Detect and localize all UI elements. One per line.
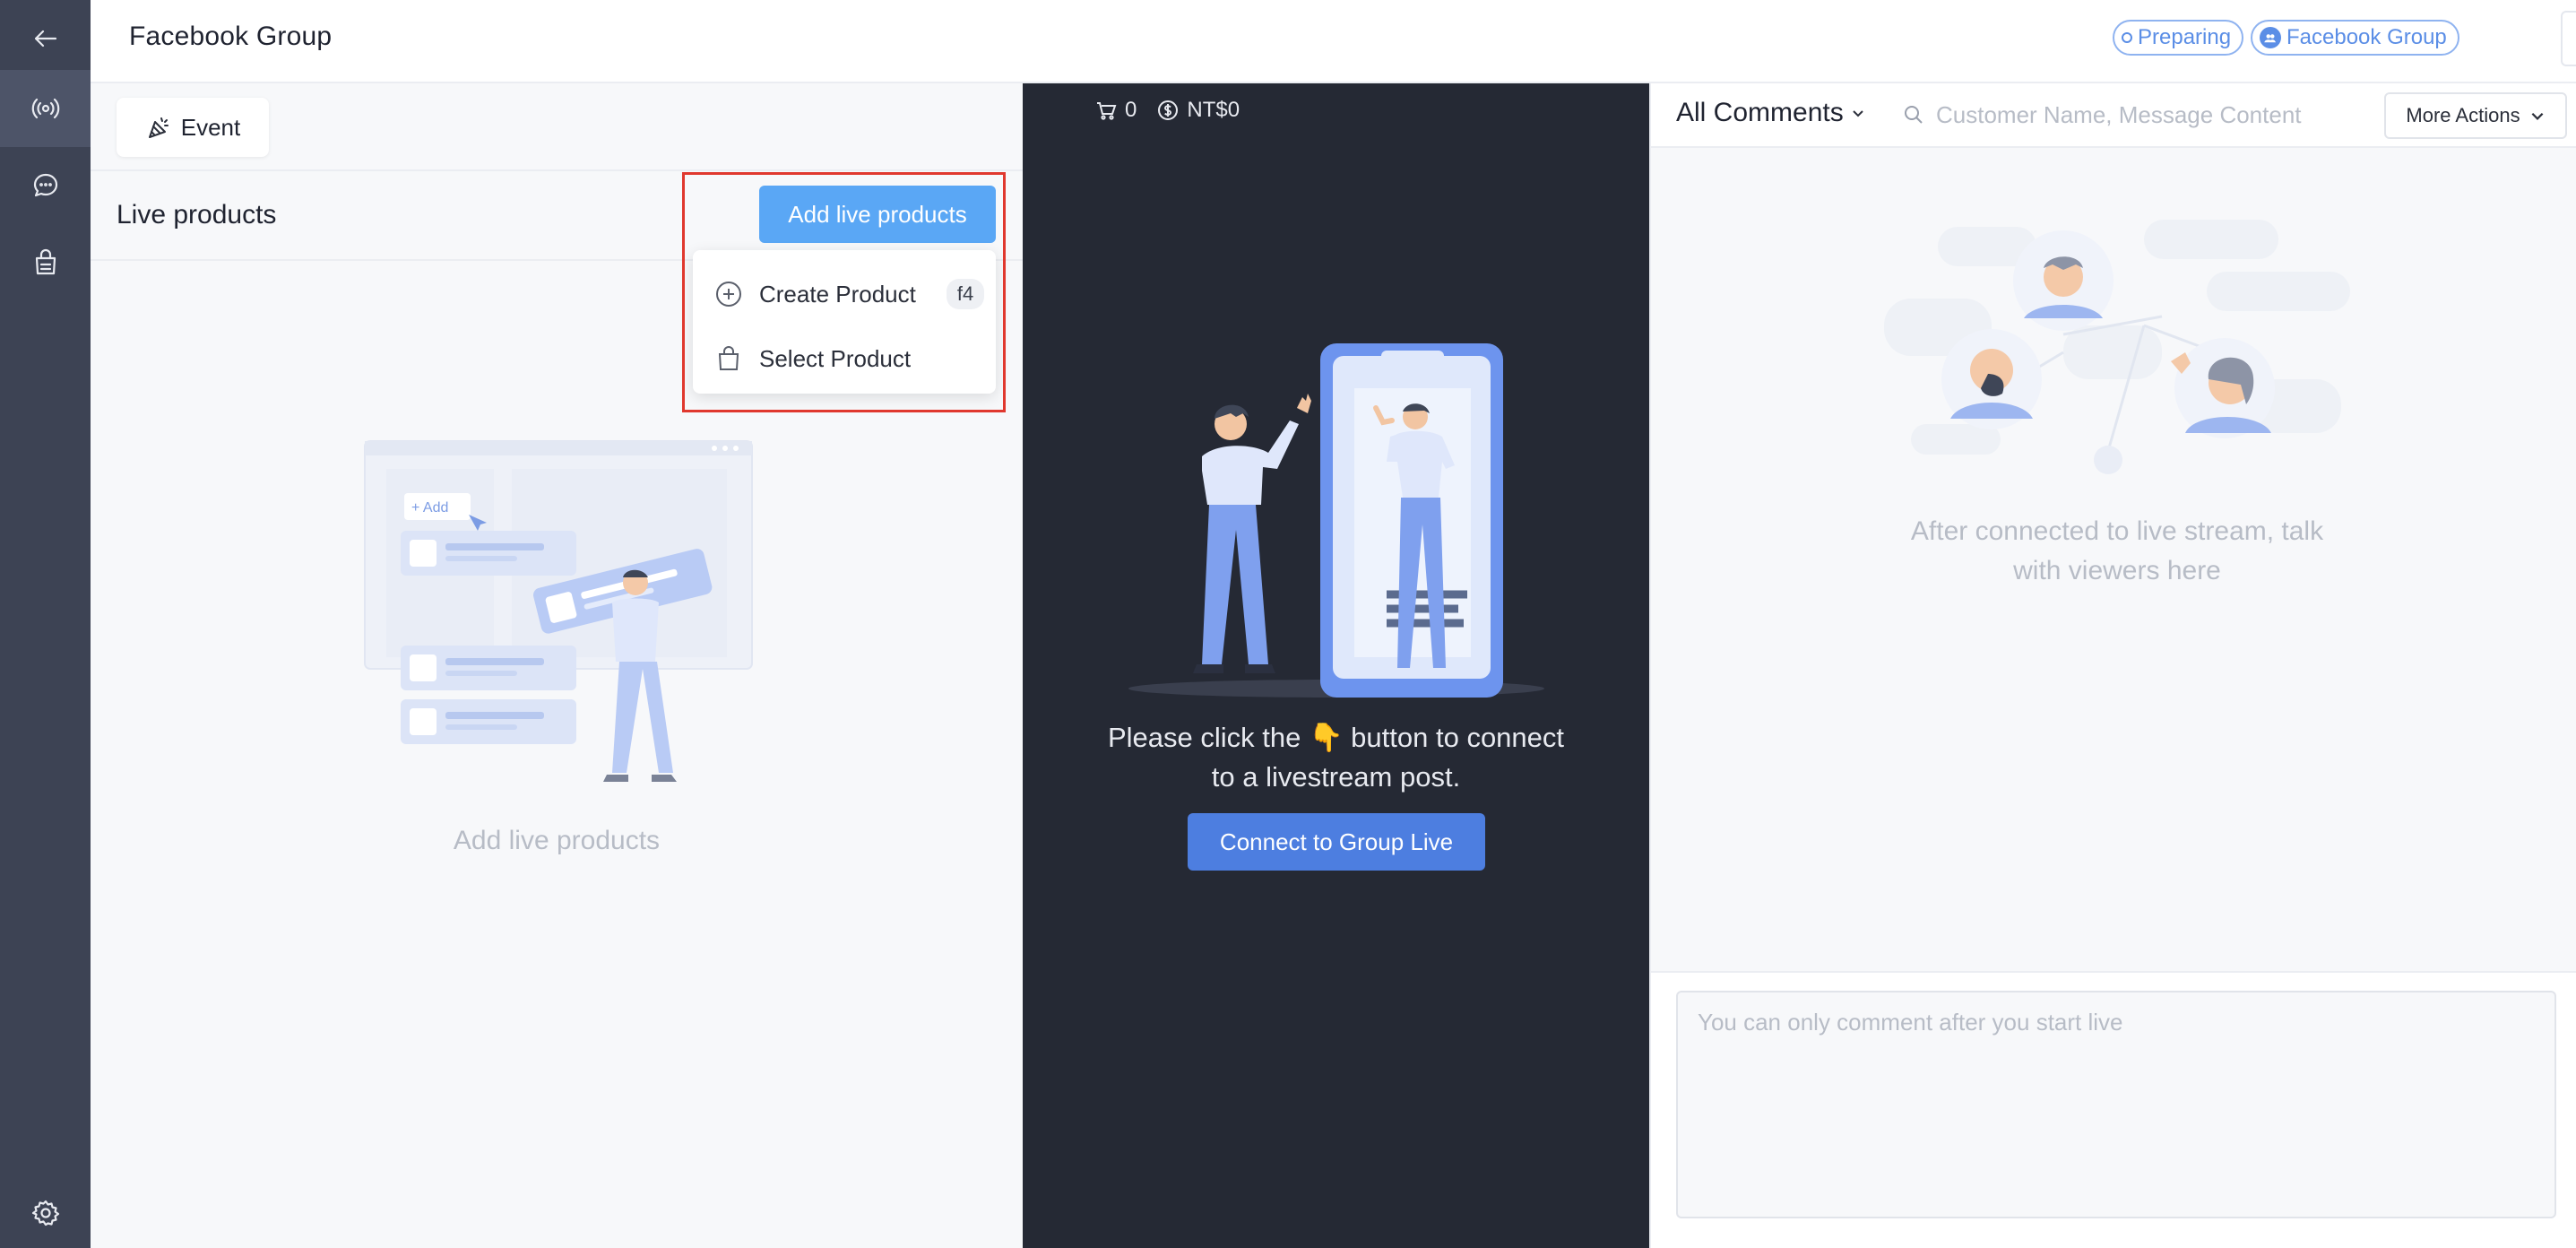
highlight-frame xyxy=(682,172,1006,412)
chevron-down-icon xyxy=(2531,112,2543,120)
comment-compose-area xyxy=(1651,971,2576,1248)
cart-icon xyxy=(1097,102,1117,120)
store-icon xyxy=(35,248,56,275)
empty-comments-line1: After connected to live stream, talk xyxy=(1910,516,2324,546)
connect-illustration xyxy=(1128,343,1544,698)
settings-button[interactable] xyxy=(0,1174,91,1248)
cart-count: 0 xyxy=(1125,98,1137,122)
comments-toolbar: All Comments More Actions xyxy=(1651,83,2576,148)
more-actions-button[interactable]: More Actions xyxy=(2384,92,2567,139)
stream-stats: 0 NT$0 xyxy=(1094,98,1240,123)
chevron-down-icon xyxy=(1853,110,1863,117)
comments-filter-label: All Comments xyxy=(1676,98,1844,127)
products-toolbar: Event xyxy=(91,83,1023,171)
chat-bubble-icon xyxy=(33,173,57,197)
live-stream-nav[interactable] xyxy=(0,70,91,147)
platform-badge-label: Facebook Group xyxy=(2286,25,2447,49)
connect-instructions: Please click the 👇 button to connect to … xyxy=(1023,718,1649,797)
comment-search-input[interactable] xyxy=(1936,92,2312,137)
broadcast-icon xyxy=(31,98,59,119)
empty-products-illustration: + Add xyxy=(364,440,753,782)
status-dot-icon xyxy=(2122,32,2132,43)
empty-comments-text: After connected to live stream, talk wit… xyxy=(1857,512,2377,591)
stream-panel: 0 NT$0 Please click the 👇 button to conn… xyxy=(1023,83,1649,1248)
top-header: Facebook Group Preparing Facebook Group xyxy=(91,0,2576,83)
store-nav[interactable] xyxy=(0,224,91,301)
page-title: Facebook Group xyxy=(129,22,333,51)
comments-nav[interactable] xyxy=(0,147,91,224)
search-icon xyxy=(1905,106,1923,124)
comments-filter-dropdown[interactable]: All Comments xyxy=(1676,98,1865,128)
empty-comments-illustration xyxy=(1884,220,2350,474)
connect-instructions-line2: to a livestream post. xyxy=(1211,761,1461,793)
amount-value: NT$0 xyxy=(1187,98,1240,122)
illustration-add-label: + Add xyxy=(411,500,448,516)
live-products-title: Live products xyxy=(117,200,277,230)
dollar-circle-icon xyxy=(1158,100,1179,120)
event-button[interactable]: Event xyxy=(117,98,269,157)
gear-icon xyxy=(31,1200,59,1226)
party-popper-icon xyxy=(148,117,169,138)
back-button[interactable] xyxy=(0,0,91,77)
comment-input[interactable] xyxy=(1676,991,2556,1218)
comments-panel: All Comments More Actions Af xyxy=(1649,83,2576,1248)
connect-to-group-live-button[interactable]: Connect to Group Live xyxy=(1188,813,1485,871)
more-actions-label: More Actions xyxy=(2406,104,2520,126)
group-icon xyxy=(2260,27,2281,48)
event-button-label: Event xyxy=(180,113,241,141)
status-badge-label: Preparing xyxy=(2138,25,2232,49)
left-rail xyxy=(0,0,91,1248)
connect-instructions-line1: Please click the 👇 button to connect xyxy=(1107,722,1565,753)
status-badge: Preparing xyxy=(2113,20,2244,56)
platform-badge: Facebook Group xyxy=(2251,20,2459,56)
empty-products-text: Add live products xyxy=(453,826,661,855)
back-arrow-icon xyxy=(34,30,56,48)
share-button[interactable] xyxy=(2561,11,2576,66)
empty-comments-line2: with viewers here xyxy=(2013,556,2221,585)
